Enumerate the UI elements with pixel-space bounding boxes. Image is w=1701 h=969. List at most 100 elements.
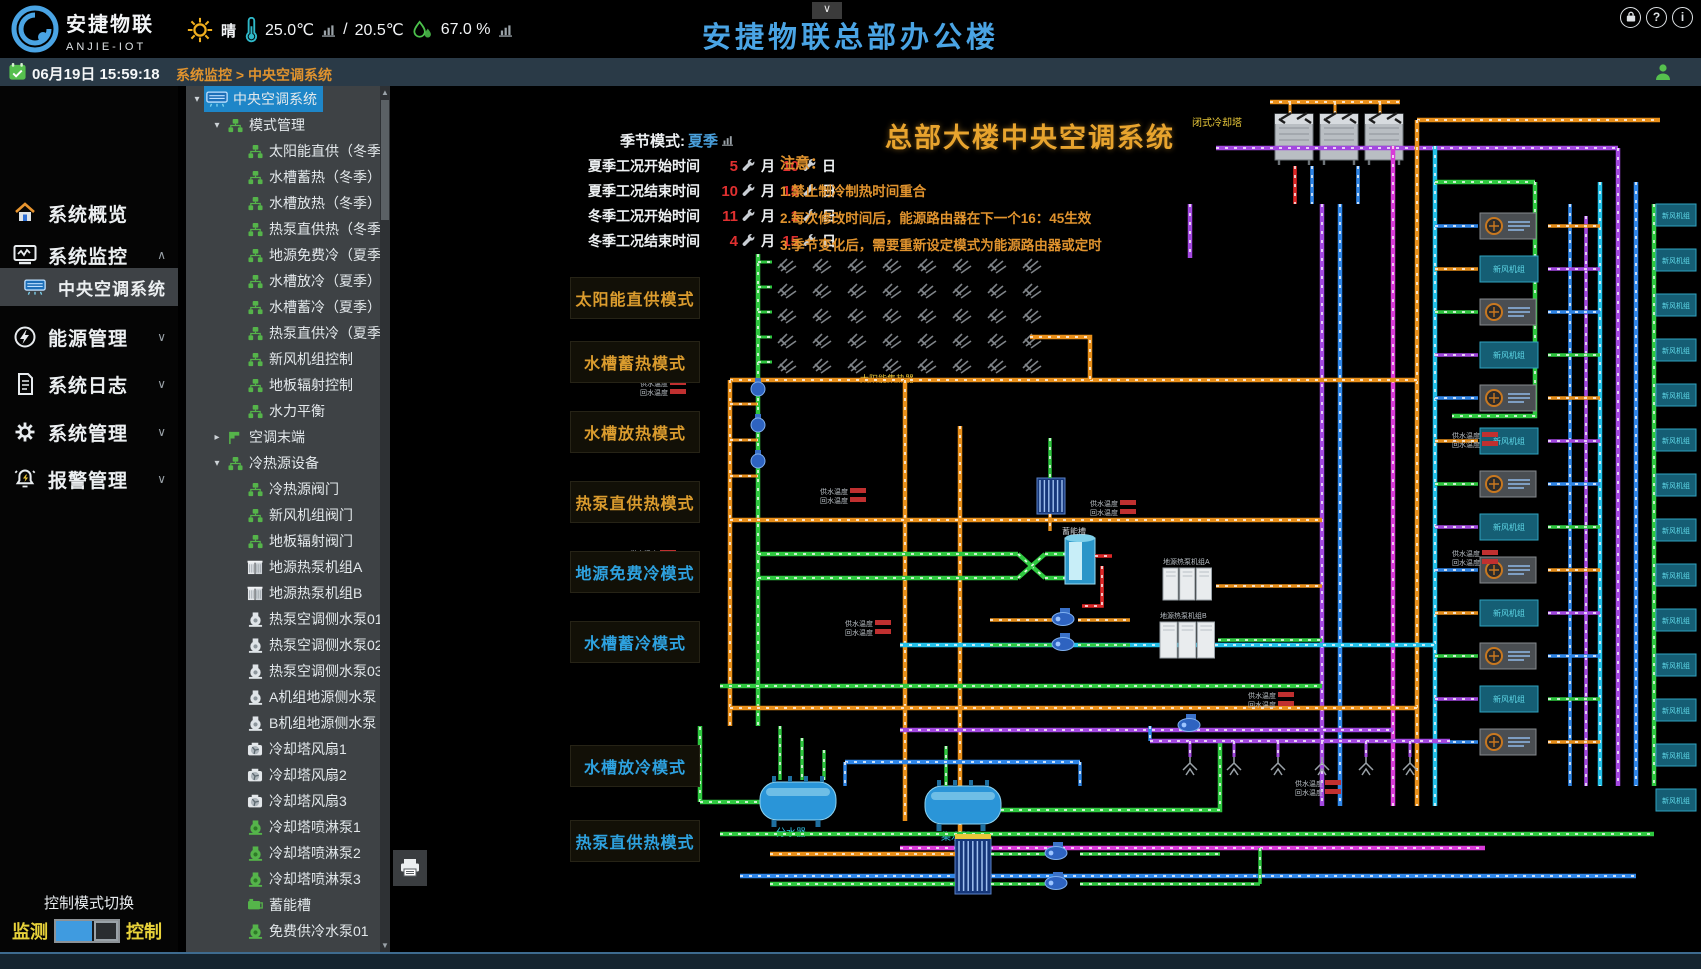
tree-item-30[interactable]: 冷却塔喷淋泵2: [186, 840, 390, 866]
heat-pump-b-icon[interactable]: [1160, 622, 1215, 658]
control-mode-toggle[interactable]: [54, 919, 120, 943]
tree-item-15[interactable]: ▾冷热源设备: [186, 450, 390, 476]
ahu-label-box[interactable]: 新风机组: [1480, 686, 1538, 712]
tree-item-5[interactable]: 水槽放热（冬季）: [186, 190, 390, 216]
tree-item-12[interactable]: 地板辐射控制: [186, 372, 390, 398]
scroll-down-icon[interactable]: ▼: [380, 941, 390, 950]
scroll-thumb[interactable]: [381, 100, 389, 220]
cooling-tower-icon[interactable]: [1365, 113, 1403, 165]
terminal-label-box[interactable]: 新风机组: [1656, 249, 1696, 271]
user-icon[interactable]: [1653, 62, 1673, 82]
edit-wrench-icon[interactable]: [738, 233, 759, 249]
tree-item-26[interactable]: 冷却塔风扇1: [186, 736, 390, 762]
sidebar-item-5[interactable]: 系统日志∨: [0, 365, 178, 403]
terminal-label-box[interactable]: 新风机组: [1656, 519, 1696, 541]
tree-item-9[interactable]: 水槽蓄冷（夏季）: [186, 294, 390, 320]
tree-item-21[interactable]: 热泵空调侧水泵01: [186, 606, 390, 632]
terminal-label-box[interactable]: 新风机组: [1656, 744, 1696, 766]
tree-item-25[interactable]: B机组地源侧水泵: [186, 710, 390, 736]
cooling-tower-icon[interactable]: [1320, 113, 1358, 165]
tree-item-29[interactable]: 冷却塔喷淋泵1: [186, 814, 390, 840]
info-icon[interactable]: i: [1672, 7, 1693, 28]
mode-button-5[interactable]: 地源免费冷模式: [570, 551, 700, 593]
terminal-label-box[interactable]: 新风机组: [1656, 789, 1696, 811]
tree-item-10[interactable]: 热泵直供冷（夏季）: [186, 320, 390, 346]
fan-coil-unit-icon[interactable]: [1480, 643, 1536, 669]
pump-icon[interactable]: [1178, 714, 1200, 732]
print-button[interactable]: [393, 850, 427, 886]
lock-icon[interactable]: [1620, 7, 1641, 28]
pump-icon[interactable]: [1045, 842, 1067, 860]
tree-item-17[interactable]: 新风机组阀门: [186, 502, 390, 528]
tree-item-32[interactable]: 蓄能槽: [186, 892, 390, 918]
water-collector[interactable]: [925, 780, 1001, 831]
terminal-label-box[interactable]: 新风机组: [1656, 339, 1696, 361]
tree-item-6[interactable]: 热泵直供热（冬季）: [186, 216, 390, 242]
help-icon[interactable]: ?: [1646, 7, 1667, 28]
fan-coil-unit-icon[interactable]: [1480, 471, 1536, 497]
tree-item-3[interactable]: 太阳能直供（冬季）: [186, 138, 390, 164]
pump-icon[interactable]: [751, 450, 765, 468]
tree-item-33[interactable]: 免费供冷水泵01: [186, 918, 390, 944]
tree-item-16[interactable]: 冷热源阀门: [186, 476, 390, 502]
tree-item-27[interactable]: 冷却塔风扇2: [186, 762, 390, 788]
sidebar-item-1[interactable]: 系统概览: [0, 194, 178, 232]
ahu-label-box[interactable]: 新风机组: [1480, 256, 1538, 282]
edit-wrench-icon[interactable]: [738, 158, 759, 174]
mode-button-3[interactable]: 水槽放热模式: [570, 411, 700, 453]
plate-heat-exchanger-icon[interactable]: [955, 834, 991, 894]
tree-item-13[interactable]: 水力平衡: [186, 398, 390, 424]
sidebar-item-4[interactable]: 能源管理∨: [0, 318, 178, 356]
tree-item-2[interactable]: ▾模式管理: [186, 112, 390, 138]
fan-coil-unit-icon[interactable]: [1480, 213, 1536, 239]
water-divider[interactable]: [760, 776, 836, 827]
tree-item-11[interactable]: 新风机组控制: [186, 346, 390, 372]
terminal-label-box[interactable]: 新风机组: [1656, 609, 1696, 631]
fan-coil-unit-icon[interactable]: [1480, 385, 1536, 411]
tree-item-20[interactable]: 地源热泵机组B: [186, 580, 390, 606]
toggle-knob[interactable]: [94, 921, 118, 941]
terminal-label-box[interactable]: 新风机组: [1656, 699, 1696, 721]
tree-item-23[interactable]: 热泵空调侧水泵03: [186, 658, 390, 684]
terminal-label-box[interactable]: 新风机组: [1656, 204, 1696, 226]
ahu-label-box[interactable]: 新风机组: [1480, 342, 1538, 368]
terminal-label-box[interactable]: 新风机组: [1656, 294, 1696, 316]
tree-item-7[interactable]: 地源免费冷（夏季）: [186, 242, 390, 268]
ahu-label-box[interactable]: 新风机组: [1480, 600, 1538, 626]
storage-tank-icon[interactable]: [1065, 534, 1095, 584]
expander-open-icon[interactable]: ▾: [210, 120, 224, 131]
edit-wrench-icon[interactable]: [738, 208, 759, 224]
sidebar-item-7[interactable]: 报警管理∨: [0, 460, 178, 498]
terminal-label-box[interactable]: 新风机组: [1656, 384, 1696, 406]
tree-item-8[interactable]: 水槽放冷（夏季）: [186, 268, 390, 294]
expander-open-icon[interactable]: ▾: [210, 458, 224, 469]
tree-item-18[interactable]: 地板辐射阀门: [186, 528, 390, 554]
tree-item-4[interactable]: 水槽蓄热（冬季）: [186, 164, 390, 190]
pump-icon[interactable]: [1052, 608, 1074, 626]
sidebar-item-3[interactable]: 中央空调系统: [0, 268, 178, 306]
collapse-header-button[interactable]: ∨: [812, 2, 842, 19]
mode-button-7[interactable]: 水槽放冷模式: [570, 745, 700, 787]
tree-item-31[interactable]: 冷却塔喷淋泵3: [186, 866, 390, 892]
tree-item-1[interactable]: ▾中央空调系统: [186, 86, 390, 112]
pump-icon[interactable]: [1052, 633, 1074, 651]
sidebar-item-6[interactable]: 系统管理∨: [0, 413, 178, 451]
scroll-up-icon[interactable]: ▲: [380, 88, 390, 97]
fan-coil-unit-icon[interactable]: [1480, 729, 1536, 755]
tree-item-24[interactable]: A机组地源侧水泵: [186, 684, 390, 710]
tree-item-22[interactable]: 热泵空调侧水泵02: [186, 632, 390, 658]
tree-item-14[interactable]: ▸空调末端: [186, 424, 390, 450]
terminal-label-box[interactable]: 新风机组: [1656, 429, 1696, 451]
cooling-tower-icon[interactable]: [1275, 113, 1313, 165]
mode-button-2[interactable]: 水槽蓄热模式: [570, 341, 700, 383]
plate-heat-exchanger-icon[interactable]: [1037, 478, 1065, 514]
mode-button-4[interactable]: 热泵直供热模式: [570, 481, 700, 523]
edit-wrench-icon[interactable]: [738, 183, 759, 199]
fan-coil-unit-icon[interactable]: [1480, 299, 1536, 325]
ahu-label-box[interactable]: 新风机组: [1480, 514, 1538, 540]
terminal-label-box[interactable]: 新风机组: [1656, 654, 1696, 676]
mode-button-8[interactable]: 热泵直供热模式: [570, 820, 700, 862]
heat-pump-a-icon[interactable]: [1163, 568, 1212, 600]
terminal-label-box[interactable]: 新风机组: [1656, 474, 1696, 496]
expander-closed-icon[interactable]: ▸: [210, 432, 224, 443]
